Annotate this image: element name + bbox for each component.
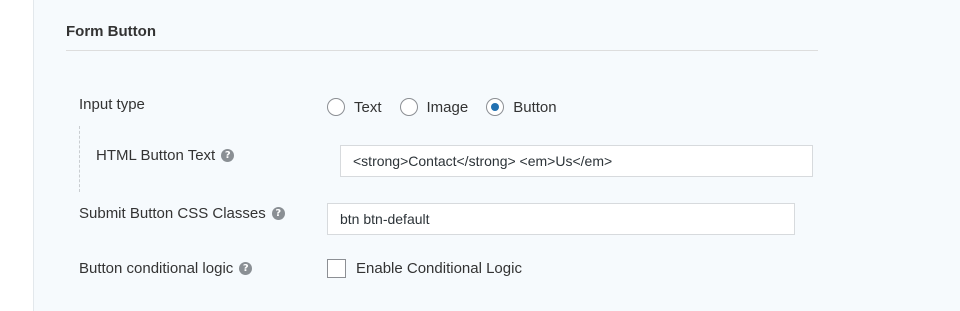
css-classes-label-text: Submit Button CSS Classes (79, 205, 266, 222)
section-title: Form Button (66, 23, 156, 40)
html-button-text-input[interactable] (340, 145, 813, 177)
input-type-label: Input type (79, 96, 145, 113)
indent-guide-line (79, 126, 80, 192)
radio-option-image[interactable]: Image (399, 98, 469, 116)
html-button-text-label-text: HTML Button Text (96, 147, 216, 164)
radio-option-button[interactable]: Button (486, 98, 557, 116)
radio-option-text[interactable]: Text (327, 98, 382, 116)
enable-conditional-logic-option[interactable]: Enable Conditional Logic (327, 259, 522, 278)
radio-button-label: Button (513, 98, 557, 116)
input-type-label-text: Input type (79, 96, 145, 113)
question-circle-icon[interactable]: ? (221, 149, 235, 162)
enable-conditional-logic-checkbox[interactable] (327, 259, 346, 278)
question-circle-icon[interactable]: ? (239, 262, 253, 275)
section-divider (66, 50, 818, 51)
radio-text[interactable] (327, 98, 345, 116)
conditional-logic-label: Button conditional logic ? (79, 260, 253, 277)
radio-image[interactable] (399, 98, 418, 116)
conditional-logic-label-text: Button conditional logic (79, 260, 234, 277)
enable-conditional-logic-label: Enable Conditional Logic (356, 260, 522, 277)
input-type-radio-group: Text Image Button (327, 95, 575, 119)
radio-image-label: Image (426, 98, 469, 116)
radio-selected-dot (491, 103, 500, 111)
radio-text-label: Text (354, 98, 382, 116)
radio-button[interactable] (486, 98, 505, 116)
html-button-text-label: HTML Button Text ? (96, 147, 235, 164)
css-classes-label: Submit Button CSS Classes ? (79, 205, 285, 222)
question-circle-icon[interactable]: ? (271, 207, 285, 220)
css-classes-input[interactable] (327, 203, 795, 235)
